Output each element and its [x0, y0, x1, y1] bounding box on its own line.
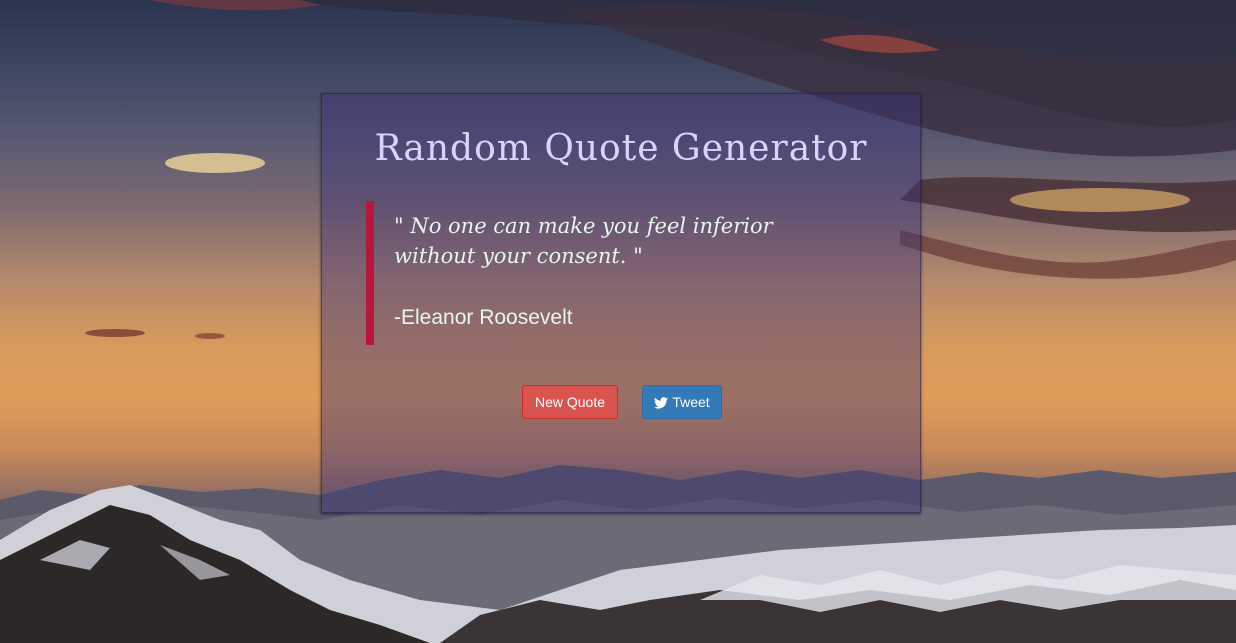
quote-card: Random Quote Generator " No one can make… — [321, 93, 921, 513]
quote-text: " No one can make you feel inferior with… — [394, 214, 773, 268]
tweet-label: Tweet — [672, 394, 710, 410]
quote-author: -Eleanor Roosevelt — [394, 306, 573, 329]
new-quote-label: New Quote — [534, 394, 606, 410]
page-title: Random Quote Generator — [374, 128, 868, 169]
quote-blockquote: " No one can make you feel inferior with… — [366, 201, 836, 345]
new-quote-button[interactable]: New Quote — [522, 385, 618, 419]
tweet-button[interactable]: Tweet — [642, 385, 722, 419]
twitter-icon — [654, 396, 669, 409]
